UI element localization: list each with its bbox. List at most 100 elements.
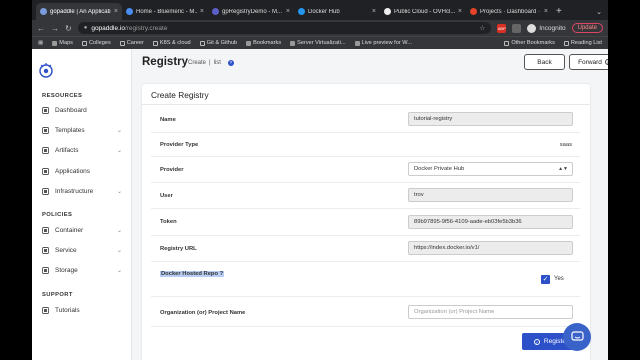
back-button-label: Back <box>537 58 552 66</box>
apps-grid-icon[interactable]: ▦ <box>38 40 43 46</box>
tab-favicon-icon <box>470 8 477 15</box>
tab-close-icon[interactable]: × <box>372 8 376 15</box>
main-content: Registry Create | list ? Back Forward i … <box>132 49 608 360</box>
bookmark-item[interactable]: Bookmarks <box>246 40 281 46</box>
tab-close-icon[interactable]: × <box>286 8 290 15</box>
user-input[interactable]: trov <box>408 188 573 202</box>
sidebar-item-container[interactable]: Container ⌄ <box>42 227 122 234</box>
hosted-repo-yes-label: Yes <box>554 276 564 282</box>
org-project-row: Organization (or) Project Name Organizat… <box>151 297 580 327</box>
info-icon: i <box>604 59 608 65</box>
browser-tab[interactable]: gpRegistryDemo - M... × <box>208 3 294 20</box>
bookmark-item[interactable]: Git & Github <box>199 40 238 46</box>
user-label: User <box>160 193 173 199</box>
bookmark-item[interactable]: Live preview for W... <box>354 40 412 46</box>
tab-close-icon[interactable]: × <box>458 8 462 15</box>
user-row: User trov <box>151 183 580 209</box>
browser-tab[interactable]: Projects · Dashboard · × <box>466 3 552 20</box>
bookmark-label: Reading List <box>570 40 602 46</box>
sidebar-item-label: Dashboard <box>55 107 87 114</box>
reload-icon[interactable]: ↻ <box>65 24 72 33</box>
tab-close-icon[interactable]: × <box>200 8 204 15</box>
provider-row: Provider Docker Private Hub ▲▼ <box>151 157 580 183</box>
back-button[interactable]: Back <box>524 54 565 70</box>
incognito-label: Incognito <box>539 24 566 32</box>
tab-title: gpRegistryDemo - M... <box>222 8 283 15</box>
bookmark-star-icon[interactable]: ☆ <box>479 24 485 32</box>
artifacts-icon <box>42 147 49 155</box>
incognito-indicator[interactable]: Incognito <box>527 23 566 33</box>
name-input[interactable]: tutorial-registry <box>408 112 573 126</box>
reading-list-icon <box>563 40 569 46</box>
sidebar-item-artifacts[interactable]: Artifacts ⌄ <box>42 147 122 154</box>
sidebar-item-dashboard[interactable]: Dashboard <box>42 107 122 114</box>
container-icon <box>42 227 49 234</box>
gopaddle-logo[interactable] <box>38 62 54 78</box>
forward-arrow-icon[interactable]: → <box>51 24 59 33</box>
sidebar-item-storage[interactable]: Storage ⌄ <box>42 267 122 274</box>
token-input[interactable]: 89b97895-9f56-4109-aade-eb03fe5b3b36 <box>408 215 573 229</box>
update-button[interactable]: Update <box>571 23 603 33</box>
hosted-repo-checkbox[interactable]: ✓ <box>541 275 550 284</box>
browser-tab[interactable]: Public Cloud - OVHcl... × <box>380 3 466 20</box>
tab-close-icon[interactable]: × <box>114 8 118 15</box>
bookmark-item[interactable]: Career <box>119 40 144 46</box>
help-icon[interactable]: ? <box>227 60 234 66</box>
bookmark-favicon-icon <box>354 40 360 46</box>
bookmark-label: Live preview for W... <box>361 40 412 46</box>
create-registry-card: Create Registry Name tutorial-registry P… <box>142 84 590 360</box>
bookmark-item[interactable]: Maps <box>52 40 73 46</box>
sidebar-item-service[interactable]: Service ⌄ <box>42 247 122 254</box>
sidebar-item-applications[interactable]: Applications <box>42 168 122 175</box>
name-row: Name tutorial-registry <box>151 107 580 133</box>
chevron-down-icon: ⌄ <box>116 268 122 275</box>
forward-button-label: Forward <box>578 58 602 66</box>
new-tab-icon[interactable]: + <box>556 6 562 17</box>
chevron-down-icon: ⌄ <box>116 128 122 135</box>
sidebar-item-infrastructure[interactable]: Infrastructure ⌄ <box>42 188 122 195</box>
bookmark-item[interactable]: Server Virtualizati... <box>290 40 346 46</box>
browser-tab[interactable]: Docker Hub × <box>294 3 380 20</box>
sidebar-item-label: Container <box>55 227 84 234</box>
provider-value: Docker Private Hub <box>414 166 465 172</box>
browser-tab[interactable]: gopaddle | An Applicati... × <box>36 3 122 20</box>
org-project-input[interactable]: Organization (or) Project Name <box>408 305 573 319</box>
folder-icon <box>199 40 205 46</box>
sidebar-item-label: Artifacts <box>55 147 79 155</box>
tab-favicon-icon <box>126 8 133 15</box>
extensions-puzzle-icon[interactable] <box>512 23 522 33</box>
other-bookmarks[interactable]: Other Bookmarks <box>504 40 555 46</box>
divider <box>142 104 590 105</box>
forward-button[interactable]: Forward i <box>569 54 608 70</box>
url-host: gopaddle.io <box>91 24 125 32</box>
provider-type-label: Provider Type <box>160 142 199 148</box>
url-path: /registry.create <box>124 24 168 32</box>
site-info-icon[interactable]: ● <box>84 25 88 31</box>
back-arrow-icon[interactable]: ← <box>37 24 45 33</box>
bookmark-favicon-icon <box>290 40 296 46</box>
tab-close-icon[interactable]: × <box>544 8 548 15</box>
tab-favicon-icon <box>212 8 219 15</box>
extension-abp-icon[interactable]: ABP <box>497 23 507 33</box>
tab-favicon-icon <box>40 8 47 15</box>
crumb-list[interactable]: list <box>214 60 221 66</box>
browser-tab[interactable]: Home - Bluemeric - M... × <box>122 3 208 20</box>
tab-search-icon[interactable]: ⌄ <box>596 8 602 16</box>
registry-url-input[interactable]: https://index.docker.io/v1/ <box>408 241 573 255</box>
sidebar-item-templates[interactable]: Templates ⌄ <box>42 127 122 134</box>
registry-url-row: Registry URL https://index.docker.io/v1/ <box>151 236 580 262</box>
crumb-create[interactable]: Create <box>188 60 206 66</box>
provider-select[interactable]: Docker Private Hub ▲▼ <box>408 162 573 176</box>
sidebar: RESOURCES Dashboard Templates ⌄ Artifacts ⌄ Ap… <box>32 49 132 360</box>
bookmark-item[interactable]: Colleges <box>81 40 111 46</box>
address-bar[interactable]: ● gopaddle.io/registry.create ☆ <box>77 22 492 34</box>
chat-widget-button[interactable] <box>563 323 591 351</box>
sidebar-item-label: Infrastructure <box>55 187 94 195</box>
sidebar-item-tutorials[interactable]: Tutorials <box>42 307 122 314</box>
reading-list[interactable]: Reading List <box>563 40 602 46</box>
token-row: Token 89b97895-9f56-4109-aade-eb03fe5b3b… <box>151 209 580 236</box>
tab-title: Public Cloud - OVHcl... <box>394 8 455 15</box>
bookmark-label: Git & Github <box>206 40 238 46</box>
bookmark-item[interactable]: K8S & cloud <box>152 40 191 46</box>
bookmarks-right: Other Bookmarks Reading List <box>504 40 602 46</box>
